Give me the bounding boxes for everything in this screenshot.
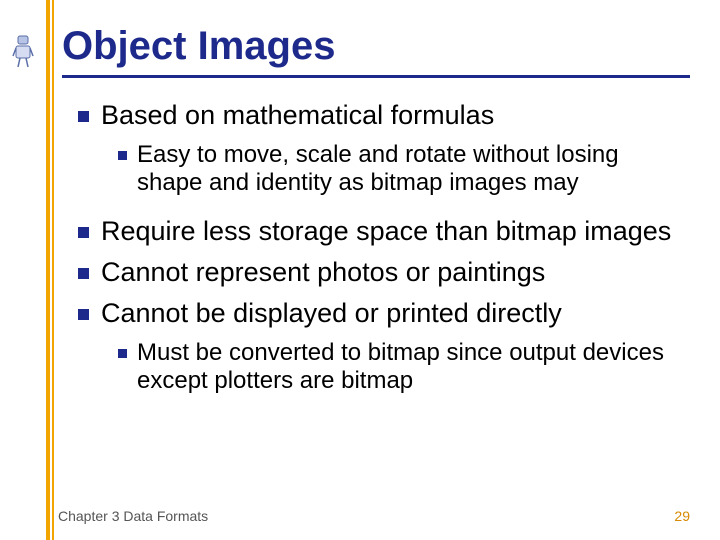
bullet-text: Require less storage space than bitmap i…: [101, 216, 671, 247]
bullet-level2: Easy to move, scale and rotate without l…: [118, 141, 690, 196]
bullet-text: Cannot represent photos or paintings: [101, 257, 545, 288]
square-bullet-icon: [78, 227, 89, 238]
footer-chapter: Chapter 3 Data Formats: [58, 508, 208, 524]
bullet-level1: Based on mathematical formulas: [78, 100, 690, 131]
bullet-text: Cannot be displayed or printed directly: [101, 298, 562, 329]
slide: Object Images Based on mathematical form…: [0, 0, 720, 540]
square-bullet-icon: [78, 268, 89, 279]
vertical-rule-thin: [52, 0, 54, 540]
bullet-text: Based on mathematical formulas: [101, 100, 494, 131]
bullet-level1: Require less storage space than bitmap i…: [78, 216, 690, 247]
title-underline: [62, 75, 690, 78]
bullet-text: Easy to move, scale and rotate without l…: [137, 141, 690, 196]
content-area: Based on mathematical formulas Easy to m…: [78, 100, 690, 395]
square-bullet-icon: [78, 309, 89, 320]
bullet-level1: Cannot represent photos or paintings: [78, 257, 690, 288]
square-bullet-icon: [118, 349, 127, 358]
footer: Chapter 3 Data Formats 29: [58, 508, 690, 524]
robot-icon: [12, 34, 34, 68]
slide-title: Object Images: [62, 24, 690, 69]
bullet-level1: Cannot be displayed or printed directly: [78, 298, 690, 329]
page-number: 29: [674, 508, 690, 524]
square-bullet-icon: [78, 111, 89, 122]
vertical-rule: [46, 0, 50, 540]
square-bullet-icon: [118, 151, 127, 160]
bullet-text: Must be converted to bitmap since output…: [137, 339, 690, 394]
bullet-level2: Must be converted to bitmap since output…: [118, 339, 690, 394]
